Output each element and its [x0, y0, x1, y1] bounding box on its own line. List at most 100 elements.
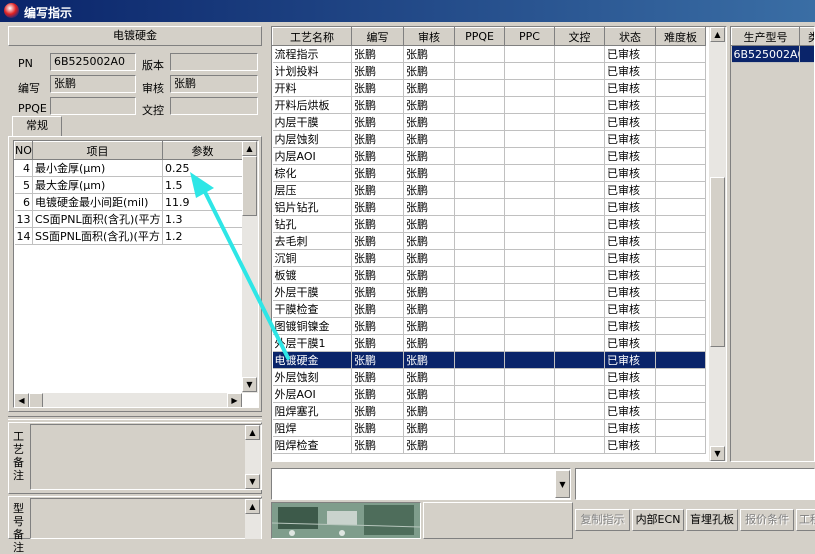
table-row[interactable]: 内层AOI张鹏张鹏已审核: [273, 148, 706, 165]
status-cell[interactable]: 已审核: [605, 403, 656, 420]
reviewer-cell[interactable]: 张鹏: [404, 369, 455, 386]
doc-control-cell[interactable]: [555, 46, 605, 63]
ppqe-cell[interactable]: [455, 165, 505, 182]
ppc-cell[interactable]: [505, 335, 555, 352]
status-cell[interactable]: 已审核: [605, 216, 656, 233]
ppc-cell[interactable]: [505, 131, 555, 148]
ppc-cell[interactable]: [505, 80, 555, 97]
status-cell[interactable]: 已审核: [605, 165, 656, 182]
scroll-down-icon[interactable]: ▼: [242, 377, 257, 392]
scroll-down-icon[interactable]: ▼: [710, 446, 725, 461]
table-row[interactable]: 外层蚀刻张鹏张鹏已审核: [273, 369, 706, 386]
difficulty-cell[interactable]: [656, 267, 706, 284]
author-cell[interactable]: 张鹏: [352, 80, 404, 97]
difficulty-cell[interactable]: [656, 301, 706, 318]
process-name-cell[interactable]: 开料后烘板: [273, 97, 352, 114]
doc-control-cell[interactable]: [555, 182, 605, 199]
status-cell[interactable]: 已审核: [605, 46, 656, 63]
table-row[interactable]: 14SS面PNL面积(含孔)(平方1.2: [15, 228, 243, 245]
table-row[interactable]: 沉铜张鹏张鹏已审核: [273, 250, 706, 267]
difficulty-cell[interactable]: [656, 165, 706, 182]
difficulty-cell[interactable]: [656, 250, 706, 267]
process-name-cell[interactable]: 流程指示: [273, 46, 352, 63]
ppqe-cell[interactable]: [455, 182, 505, 199]
table-row[interactable]: 6B525002A0: [732, 46, 815, 63]
ppqe-cell[interactable]: [455, 233, 505, 250]
process-name-cell[interactable]: 开料: [273, 80, 352, 97]
process-name-cell[interactable]: 铝片钻孔: [273, 199, 352, 216]
type-cell[interactable]: [800, 46, 815, 63]
difficulty-cell[interactable]: [656, 437, 706, 454]
reviewer-cell[interactable]: 张鹏: [404, 318, 455, 335]
ppc-cell[interactable]: [505, 284, 555, 301]
process-name-cell[interactable]: 内层AOI: [273, 148, 352, 165]
author-field[interactable]: 张鹏: [50, 75, 136, 93]
doc-control-cell[interactable]: [555, 114, 605, 131]
ppqe-cell[interactable]: [455, 301, 505, 318]
table-row[interactable]: 阻焊塞孔张鹏张鹏已审核: [273, 403, 706, 420]
table-row[interactable]: 去毛刺张鹏张鹏已审核: [273, 233, 706, 250]
difficulty-cell[interactable]: [656, 46, 706, 63]
doc-control-cell[interactable]: [555, 267, 605, 284]
param-value-cell[interactable]: 1.5: [163, 177, 243, 194]
reviewer-cell[interactable]: 张鹏: [404, 437, 455, 454]
scroll-up-icon[interactable]: ▲: [245, 499, 260, 514]
process-note-memo[interactable]: ▲ ▼: [30, 424, 262, 490]
tab-general[interactable]: 常规: [12, 116, 62, 136]
status-cell[interactable]: 已审核: [605, 284, 656, 301]
reviewer-cell[interactable]: 张鹏: [404, 165, 455, 182]
difficulty-cell[interactable]: [656, 403, 706, 420]
doc-control-cell[interactable]: [555, 97, 605, 114]
process-header-difficulty[interactable]: 难度板: [656, 28, 706, 46]
difficulty-cell[interactable]: [656, 148, 706, 165]
process-name-cell[interactable]: 层压: [273, 182, 352, 199]
process-vscroll-thumb[interactable]: [710, 177, 725, 347]
ppqe-cell[interactable]: [455, 63, 505, 80]
process-name-cell[interactable]: 计划投料: [273, 63, 352, 80]
process-name-cell[interactable]: 内层蚀刻: [273, 131, 352, 148]
internal-ecn-button[interactable]: 内部ECN: [632, 509, 684, 531]
ppc-cell[interactable]: [505, 318, 555, 335]
params-hscroll[interactable]: ◀ ▶: [14, 393, 242, 408]
process-name-cell[interactable]: 阻焊检查: [273, 437, 352, 454]
ppc-cell[interactable]: [505, 301, 555, 318]
process-name-cell[interactable]: 外层蚀刻: [273, 369, 352, 386]
ppc-cell[interactable]: [505, 233, 555, 250]
author-cell[interactable]: 张鹏: [352, 97, 404, 114]
ppqe-cell[interactable]: [455, 216, 505, 233]
process-vscroll[interactable]: ▲ ▼: [709, 27, 726, 461]
table-row[interactable]: 阻焊检查张鹏张鹏已审核: [273, 437, 706, 454]
process-name-cell[interactable]: 沉铜: [273, 250, 352, 267]
difficulty-cell[interactable]: [656, 114, 706, 131]
param-item-cell[interactable]: 电镀硬金最小间距(mil): [33, 194, 163, 211]
table-row[interactable]: 板镀张鹏张鹏已审核: [273, 267, 706, 284]
reviewer-cell[interactable]: 张鹏: [404, 250, 455, 267]
model-note-vscroll[interactable]: ▲: [245, 499, 261, 539]
ppqe-cell[interactable]: [455, 403, 505, 420]
reviewer-cell[interactable]: 张鹏: [404, 80, 455, 97]
difficulty-cell[interactable]: [656, 216, 706, 233]
scroll-up-icon[interactable]: ▲: [245, 425, 260, 440]
reviewer-cell[interactable]: 张鹏: [404, 46, 455, 63]
table-row[interactable]: 外层干膜张鹏张鹏已审核: [273, 284, 706, 301]
status-cell[interactable]: 已审核: [605, 199, 656, 216]
author-cell[interactable]: 张鹏: [352, 352, 404, 369]
production-model-cell[interactable]: 6B525002A0: [732, 46, 800, 63]
author-cell[interactable]: 张鹏: [352, 420, 404, 437]
ppc-cell[interactable]: [505, 267, 555, 284]
doc-control-cell[interactable]: [555, 233, 605, 250]
ppc-cell[interactable]: [505, 165, 555, 182]
table-row[interactable]: 外层AOI张鹏张鹏已审核: [273, 386, 706, 403]
status-cell[interactable]: 已审核: [605, 386, 656, 403]
param-value-cell[interactable]: 1.3: [163, 211, 243, 228]
ppc-cell[interactable]: [505, 437, 555, 454]
doc-control-cell[interactable]: [555, 131, 605, 148]
param-item-cell[interactable]: SS面PNL面积(含孔)(平方: [33, 228, 163, 245]
reviewer-cell[interactable]: 张鹏: [404, 233, 455, 250]
table-row[interactable]: 5最大金厚(μm)1.5: [15, 177, 243, 194]
engineering-button[interactable]: 工程: [796, 509, 815, 531]
ppqe-cell[interactable]: [455, 250, 505, 267]
process-name-cell[interactable]: 板镀: [273, 267, 352, 284]
process-header-ppqe[interactable]: PPQE: [455, 28, 505, 46]
reviewer-cell[interactable]: 张鹏: [404, 216, 455, 233]
